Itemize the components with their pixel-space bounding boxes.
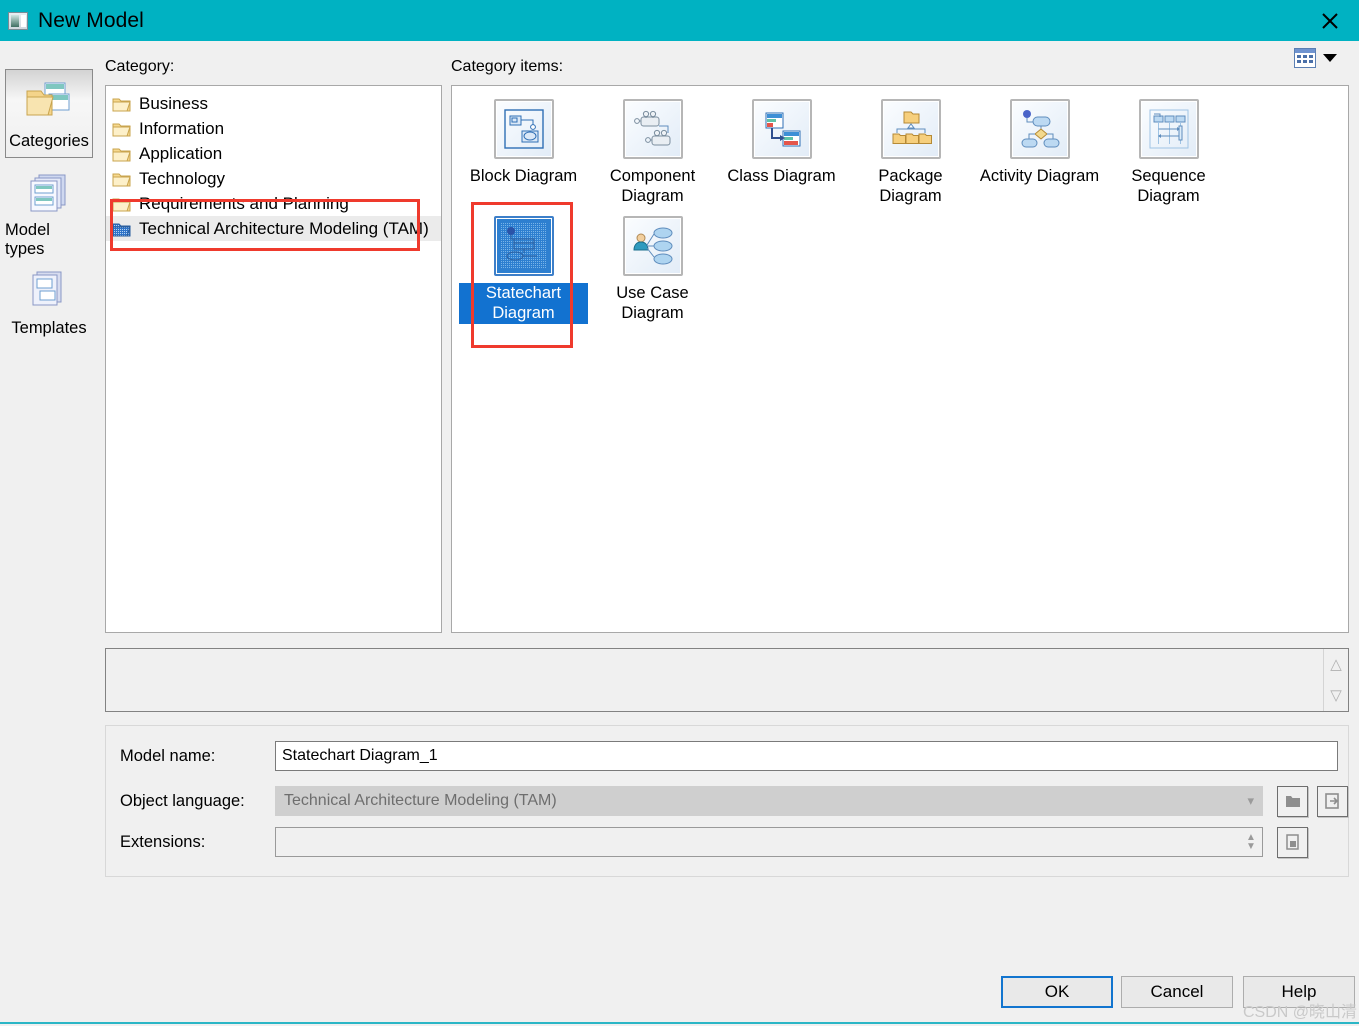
item-component-diagram[interactable]: Component Diagram [588,99,717,206]
item-activity-diagram[interactable]: Activity Diagram [975,99,1104,206]
extensions-row: Extensions: ▲▼ [120,827,1308,857]
category-item-technical-architecture-modeling[interactable]: Technical Architecture Modeling (TAM) [106,216,441,241]
item-label: Statechart Diagram [459,283,588,323]
item-label: Sequence Diagram [1107,166,1231,206]
tam-folder-icon [112,221,131,237]
folder-icon [112,171,131,187]
category-list[interactable]: Business Information A [105,85,442,633]
model-types-stack-icon [23,171,75,217]
model-form: Model name: Object language: Technical A… [105,725,1349,877]
usecase-diagram-icon [623,216,683,276]
categories-folder-icon [23,78,75,128]
class-diagram-icon [752,99,812,159]
item-block-diagram[interactable]: Block Diagram [459,99,588,206]
item-class-diagram[interactable]: Class Diagram [717,99,846,206]
sequence-diagram-icon [1139,99,1199,159]
description-scrollbar[interactable]: △ ▽ [1323,649,1348,711]
extensions-select-button[interactable] [1277,827,1308,858]
folder-open-icon [1285,794,1301,808]
package-diagram-icon [881,99,941,159]
model-name-label: Model name: [120,747,275,766]
category-item-label: Application [139,144,222,164]
category-items-heading: Category items: [451,58,563,76]
object-language-label: Object language: [120,792,275,811]
folder-icon [112,196,131,212]
extensions-label: Extensions: [120,833,275,852]
item-sequence-diagram[interactable]: Sequence Diagram [1104,99,1233,206]
category-item-label: Information [139,119,224,139]
model-window-icon [8,12,28,30]
new-model-dialog: New Model Categories [0,0,1359,1026]
chevron-down-icon: ▾ [1247,793,1254,809]
folder-icon [112,146,131,162]
chevron-down-icon[interactable]: ▽ [1330,688,1342,703]
component-diagram-icon [623,99,683,159]
category-items-grid: Block Diagram [451,85,1349,633]
category-item-information[interactable]: Information [106,116,441,141]
item-usecase-diagram[interactable]: Use Case Diagram [588,216,717,323]
help-button[interactable]: Help [1243,976,1355,1008]
folder-icon [112,96,131,112]
object-language-browse-button[interactable] [1277,786,1308,817]
close-button[interactable] [1301,0,1359,41]
description-text [106,649,1348,661]
item-label: Block Diagram [470,166,577,186]
spinner-updown-icon[interactable]: ▲▼ [1242,833,1260,851]
mode-rail: Categories Model types [5,69,95,351]
rail-label: Model types [5,221,93,259]
view-style-dropdown[interactable] [1294,48,1337,68]
rail-item-model-types[interactable]: Model types [5,163,93,252]
bottom-accent-rule [0,1022,1359,1024]
extensions-field[interactable]: ▲▼ [275,827,1263,857]
item-label: Class Diagram [727,166,835,186]
select-extension-icon [1285,834,1301,850]
object-language-combo: Technical Architecture Modeling (TAM) ▾ [275,786,1263,816]
block-diagram-icon [494,99,554,159]
rail-label: Categories [9,132,89,151]
item-label: Package Diagram [849,166,973,206]
folder-icon [112,121,131,137]
item-label: Activity Diagram [980,166,1099,186]
category-item-label: Technical Architecture Modeling (TAM) [139,219,429,239]
model-name-input[interactable] [275,741,1338,771]
category-heading: Category: [105,58,174,76]
category-item-label: Business [139,94,208,114]
attach-file-icon [1325,793,1341,809]
category-item-requirements-and-planning[interactable]: Requirements and Planning [106,191,441,216]
item-package-diagram[interactable]: Package Diagram [846,99,975,206]
activity-diagram-icon [1010,99,1070,159]
object-language-value: Technical Architecture Modeling (TAM) [284,792,557,810]
category-item-technology[interactable]: Technology [106,166,441,191]
object-language-row: Object language: Technical Architecture … [120,786,1348,816]
view-style-icon [1294,48,1316,68]
item-label: Use Case Diagram [591,283,715,323]
rail-item-categories[interactable]: Categories [5,69,93,158]
statechart-diagram-icon [494,216,554,276]
ok-button[interactable]: OK [1001,976,1113,1008]
chevron-down-icon [1323,54,1337,62]
model-name-row: Model name: [120,741,1338,771]
object-language-import-button[interactable] [1317,786,1348,817]
category-item-business[interactable]: Business [106,91,441,116]
category-item-label: Technology [139,169,225,189]
title-bar: New Model [0,0,1359,41]
chevron-up-icon[interactable]: △ [1330,657,1342,672]
rail-item-templates[interactable]: Templates [5,257,93,346]
item-statechart-diagram[interactable]: Statechart Diagram [459,216,588,323]
category-item-application[interactable]: Application [106,141,441,166]
description-box: △ ▽ [105,648,1349,712]
close-icon [1319,10,1341,32]
category-item-label: Requirements and Planning [139,194,349,214]
item-label: Component Diagram [591,166,715,206]
templates-pages-icon [23,265,75,315]
window-title: New Model [38,9,144,33]
cancel-button[interactable]: Cancel [1121,976,1233,1008]
rail-label: Templates [11,319,86,338]
